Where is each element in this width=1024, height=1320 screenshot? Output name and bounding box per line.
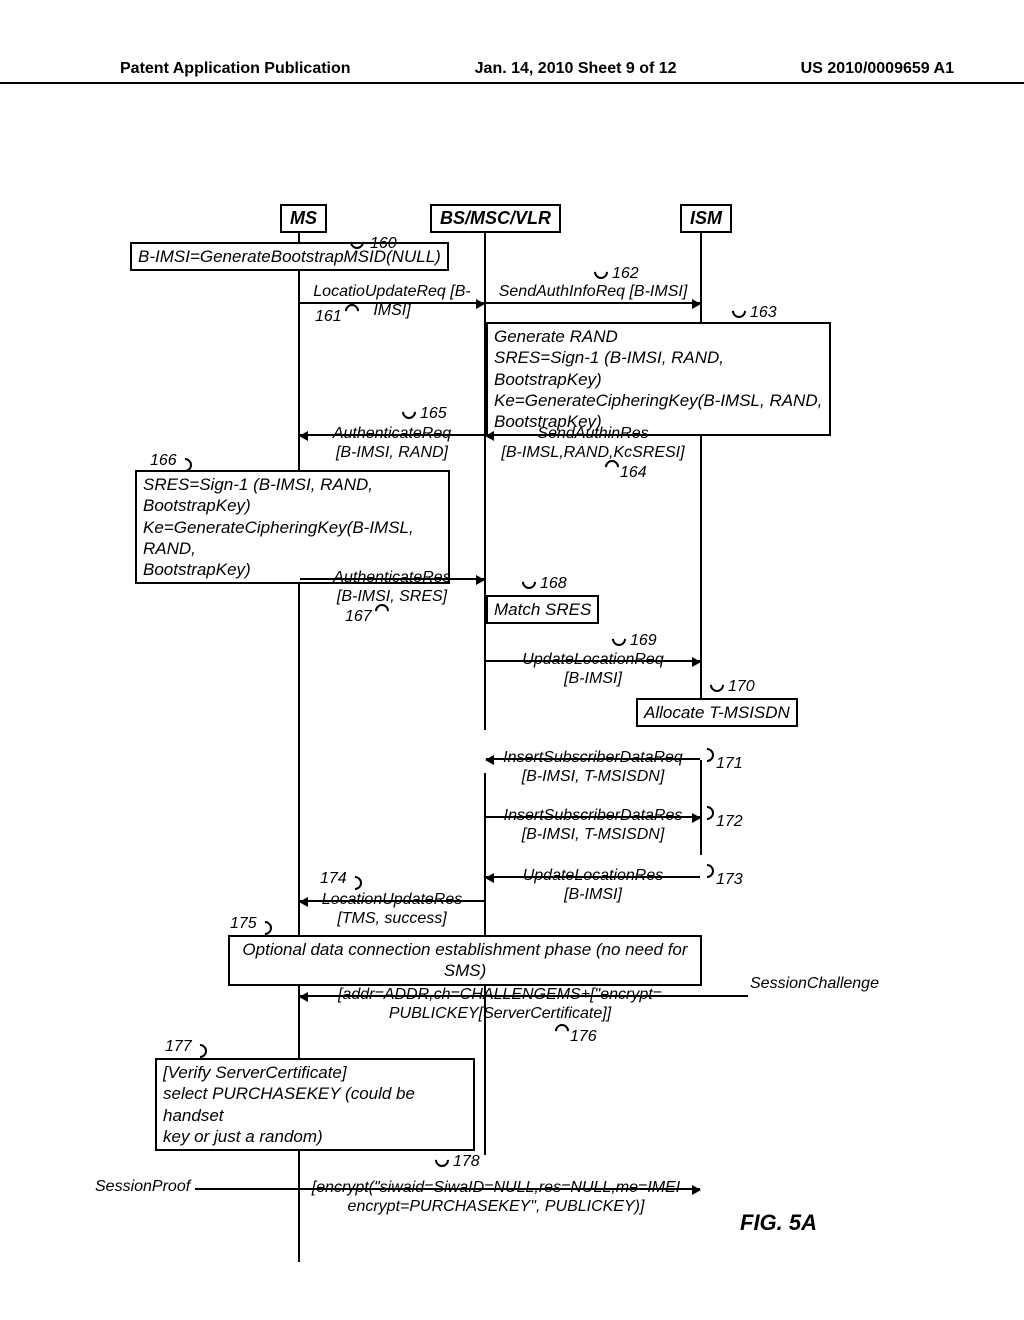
msg-167-l2: [B-IMSI, SRES] [300,587,484,606]
ref-177: 177 [165,1038,192,1056]
ref-175: 175 [230,915,257,933]
msg-173: UpdateLocationRes [B-IMSI] [486,866,700,904]
ref-161: 161 [315,308,342,326]
msg-171: InsertSubscriberDataReq [B-IMSI, T-MSISD… [486,748,700,786]
lead-163 [729,301,749,321]
ref-168: 168 [540,575,567,593]
ref-176: 176 [570,1028,597,1046]
msg-165-l2: [B-IMSI, RAND] [300,443,484,462]
ref-170: 170 [728,678,755,696]
box-170-text: Allocate T-MSISDN [644,703,790,722]
figure-label: FIG. 5A [740,1210,817,1236]
box-168: Match SRES [486,595,599,624]
msg-171-l1: InsertSubscriberDataReq [486,748,700,767]
participant-ism: ISM [680,204,732,233]
msg-176: [addr=ADDR,ch=CHALLENGEMS+["encrypt= PUB… [300,985,700,1023]
msg-178-l1: [encrypt("siwaid=SiwaID=NULL,res=NULL,me… [286,1178,706,1197]
participant-bs: BS/MSC/VLR [430,204,561,233]
msg-165-l1: AuthenticateReq [300,424,484,443]
msg-167-l1: AuthenticateRes [300,568,484,587]
header-left: Patent Application Publication [120,60,351,78]
box-177-l3: key or just a random) [163,1126,467,1147]
lead-176 [552,1021,572,1041]
ref-172: 172 [716,813,743,831]
box-168-text: Match SRES [494,600,591,619]
msg-174-l1: LocationUpdateRes [300,890,484,909]
msg-164-l2: [B-IMSL,RAND,KcSRESI] [486,443,700,462]
msg-172-l2: [B-IMSI, T-MSISDN] [486,825,700,844]
box-166-l1: SRES=Sign-1 (B-IMSI, RAND, BootstrapKey) [143,474,442,517]
box-175: Optional data connection establishment p… [228,935,702,986]
lead-162 [591,262,611,282]
msg-169: UpdateLocationReq [B-IMSI] [486,650,700,688]
box-177: [Verify ServerCertificate] select PURCHA… [155,1058,475,1151]
lead-178 [432,1150,452,1170]
box-177-l1: [Verify ServerCertificate] [163,1062,467,1083]
msg-162-l1: SendAuthInfoReq [B-IMSI] [499,283,688,300]
ref-160: 160 [370,235,397,253]
msg-165: AuthenticateReq [B-IMSI, RAND] [300,424,484,462]
header-center: Jan. 14, 2010 Sheet 9 of 12 [475,60,677,78]
box-163-l2: SRES=Sign-1 (B-IMSI, RAND, BootstrapKey) [494,347,823,390]
ref-169: 169 [630,632,657,650]
msg-178-l2: encrypt=PURCHASEKEY", PUBLICKEY)] [286,1197,706,1216]
msg-164: SendAuthinRes [B-IMSL,RAND,KcSRESI] [486,424,700,462]
ref-162: 162 [612,265,639,283]
msg-173-l1: UpdateLocationRes [486,866,700,885]
box-170: Allocate T-MSISDN [636,698,798,727]
ref-178: 178 [453,1153,480,1171]
box-177-l2: select PURCHASEKEY (could be handset [163,1083,467,1126]
ref-165: 165 [420,405,447,423]
msg-178: [encrypt("siwaid=SiwaID=NULL,res=NULL,me… [286,1178,706,1216]
box-163: Generate RAND SRES=Sign-1 (B-IMSI, RAND,… [486,322,831,436]
box-163-l3: Ke=GenerateCipheringKey(B-IMSL, RAND, [494,390,823,411]
line-176b [700,995,748,997]
ref-164: 164 [620,464,647,482]
msg-172: InsertSubscriberDataRes [B-IMSI, T-MSISD… [486,806,700,844]
msg-176-sc: SessionChallenge [750,975,879,993]
msg-176-l2: PUBLICKEY[ServerCertificate]] [300,1004,700,1023]
line-178b [195,1188,300,1190]
sequence-diagram: MS BS/MSC/VLR ISM B-IMSI=GenerateBootstr… [0,200,1024,1280]
participant-ms: MS [280,204,327,233]
ref-173: 173 [716,871,743,889]
msg-172-l1: InsertSubscriberDataRes [486,806,700,825]
lead-165 [399,402,419,422]
msg-164-l1: SendAuthinRes [486,424,700,443]
lead-168 [519,572,539,592]
msg-169-l1: UpdateLocationReq [486,650,700,669]
msg-169-l2: [B-IMSI] [486,669,700,688]
msg-174-l2: [TMS, success] [300,909,484,928]
ref-167: 167 [345,608,372,626]
box-175-text: Optional data connection establishment p… [242,940,687,980]
ref-171: 171 [716,755,743,773]
lead-170 [707,675,727,695]
msg-178-sp: SessionProof [95,1178,190,1196]
msg-167: AuthenticateRes [B-IMSI, SRES] [300,568,484,606]
ref-166: 166 [150,452,177,470]
ref-163: 163 [750,304,777,322]
msg-173-l2: [B-IMSI] [486,885,700,904]
header-right: US 2010/0009659 A1 [801,60,954,78]
box-163-l1: Generate RAND [494,326,823,347]
box-166-l2: Ke=GenerateCipheringKey(B-IMSL, RAND, [143,517,442,560]
msg-174: LocationUpdateRes [TMS, success] [300,890,484,928]
lead-169 [609,629,629,649]
msg-176-l1: [addr=ADDR,ch=CHALLENGEMS+["encrypt= [300,985,700,1004]
arrow-162 [486,302,700,304]
lead-173 [697,861,717,881]
box-generate-bootstrap: B-IMSI=GenerateBootstrapMSID(NULL) [130,242,449,271]
ref-174: 174 [320,870,347,888]
msg-171-l2: [B-IMSI, T-MSISDN] [486,767,700,786]
page-header: Patent Application Publication Jan. 14, … [0,60,1024,84]
msg-162: SendAuthInfoReq [B-IMSI] [486,282,700,301]
